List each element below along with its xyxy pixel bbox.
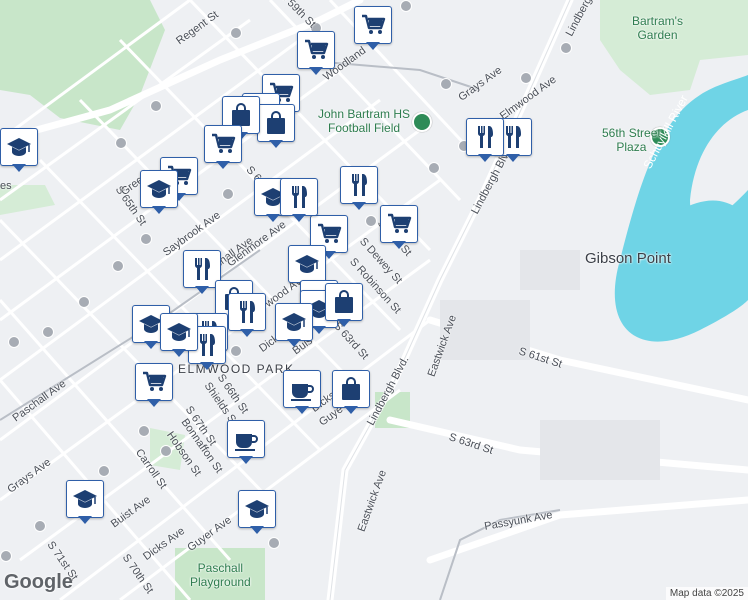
place-marker[interactable] [325, 283, 363, 327]
place-marker[interactable] [0, 128, 38, 172]
marker-pointer [78, 516, 92, 524]
school-cap-icon [160, 313, 198, 351]
shopping-bag-icon [332, 370, 370, 408]
marker-pointer [309, 67, 323, 75]
poi-pin[interactable] [230, 27, 242, 39]
marker-pointer [12, 164, 26, 172]
poi-pin[interactable] [428, 162, 440, 174]
street-label: es [0, 180, 12, 192]
poi-pin[interactable] [115, 137, 127, 149]
marker-pointer [240, 329, 254, 337]
marker-pointer [216, 161, 230, 169]
poi-pin[interactable] [230, 345, 242, 357]
poi-pin[interactable] [98, 465, 110, 477]
marker-pointer [195, 286, 209, 294]
marker-pointer [478, 154, 492, 162]
marker-pointer [172, 349, 186, 357]
poi-label: Bartram's Garden [632, 14, 683, 42]
place-marker[interactable] [227, 420, 265, 464]
school-cap-icon [140, 170, 178, 208]
marker-pointer [366, 42, 380, 50]
map-canvas[interactable]: Regent St S 59th St Woodland Grays Ave E… [0, 0, 748, 600]
poi-pin[interactable] [8, 336, 20, 348]
marker-pointer [352, 202, 366, 210]
marker-pointer [152, 206, 166, 214]
marker-pointer [506, 154, 520, 162]
place-label: Gibson Point [585, 250, 671, 267]
place-marker[interactable] [275, 303, 313, 347]
poi-pin[interactable] [34, 520, 46, 532]
poi-label: Paschall Playground [190, 561, 251, 589]
place-marker[interactable] [380, 205, 418, 249]
grocery-cart-icon [204, 125, 242, 163]
restaurant-icon [228, 293, 266, 331]
marker-pointer [147, 399, 161, 407]
marker-pointer [344, 406, 358, 414]
poi-pin[interactable] [78, 296, 90, 308]
grocery-cart-icon [380, 205, 418, 243]
stadium-pin[interactable] [412, 112, 432, 132]
restaurant-icon [340, 166, 378, 204]
place-marker[interactable] [466, 118, 504, 162]
grocery-cart-icon [135, 363, 173, 401]
place-marker[interactable] [160, 313, 198, 357]
grocery-cart-icon [297, 31, 335, 69]
place-marker[interactable] [354, 6, 392, 50]
place-marker[interactable] [257, 104, 295, 148]
place-marker[interactable] [135, 363, 173, 407]
school-cap-icon [238, 490, 276, 528]
place-marker[interactable] [297, 31, 335, 75]
poi-label: John Bartram HS Football Field [318, 107, 411, 135]
shopping-bag-icon [325, 283, 363, 321]
marker-pointer [392, 241, 406, 249]
poi-pin[interactable] [160, 445, 172, 457]
map-attribution[interactable]: Map data ©2025 [665, 587, 748, 600]
poi-label: 56th Street Plaza [602, 126, 661, 154]
marker-pointer [292, 214, 306, 222]
shopping-bag-icon [257, 104, 295, 142]
poi-pin[interactable] [140, 233, 152, 245]
park-area [0, 0, 165, 130]
marker-pointer [287, 339, 301, 347]
restaurant-icon [280, 178, 318, 216]
place-marker[interactable] [332, 370, 370, 414]
place-marker[interactable] [228, 293, 266, 337]
poi-pin[interactable] [520, 72, 532, 84]
place-marker[interactable] [140, 170, 178, 214]
poi-pin[interactable] [440, 78, 452, 90]
poi-pin[interactable] [222, 188, 234, 200]
school-cap-icon [0, 128, 38, 166]
poi-pin[interactable] [112, 260, 124, 272]
place-marker[interactable] [204, 125, 242, 169]
poi-pin[interactable] [0, 550, 12, 562]
marker-pointer [337, 319, 351, 327]
place-marker[interactable] [66, 480, 104, 524]
grocery-cart-icon [354, 6, 392, 44]
marker-pointer [295, 406, 309, 414]
place-marker[interactable] [280, 178, 318, 222]
place-marker[interactable] [283, 370, 321, 414]
marker-pointer [269, 140, 283, 148]
marker-pointer [200, 362, 214, 370]
marker-pointer [266, 214, 280, 222]
coffee-cup-icon [227, 420, 265, 458]
school-cap-icon [66, 480, 104, 518]
google-logo: Google [4, 571, 73, 593]
poi-pin[interactable] [138, 425, 150, 437]
marker-pointer [239, 456, 253, 464]
marker-pointer [312, 326, 326, 334]
marker-pointer [144, 341, 158, 349]
poi-pin[interactable] [560, 42, 572, 54]
poi-pin[interactable] [268, 537, 280, 549]
restaurant-icon [466, 118, 504, 156]
place-marker[interactable] [238, 490, 276, 534]
poi-pin[interactable] [150, 100, 162, 112]
school-cap-icon [275, 303, 313, 341]
marker-pointer [250, 526, 264, 534]
place-marker[interactable] [340, 166, 378, 210]
poi-pin[interactable] [42, 326, 54, 338]
school-cap-icon [288, 245, 326, 283]
poi-pin[interactable] [400, 0, 412, 12]
coffee-cup-icon [283, 370, 321, 408]
